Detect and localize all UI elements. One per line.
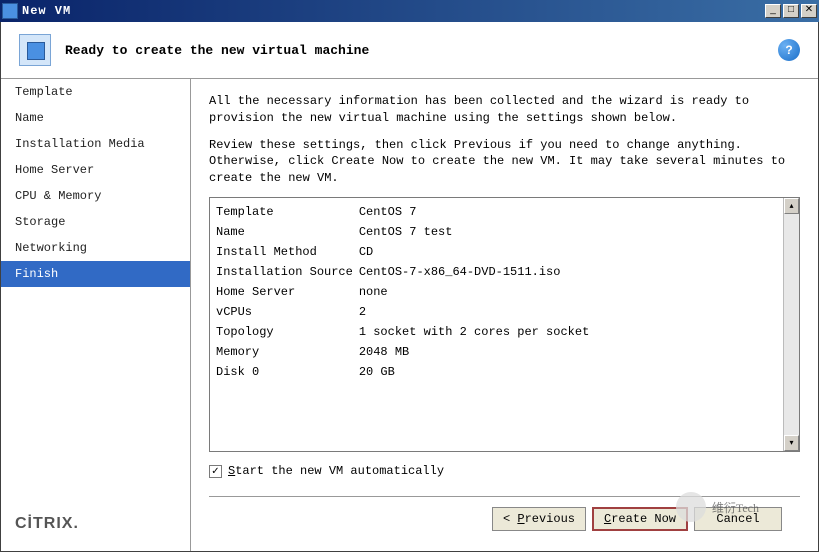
wizard-icon (19, 34, 51, 66)
help-icon[interactable]: ? (778, 39, 800, 61)
table-row: vCPUs2 (216, 302, 595, 322)
table-row: Install MethodCD (216, 242, 595, 262)
scrollbar[interactable]: ▴ ▾ (783, 198, 799, 451)
watermark-icon (676, 492, 706, 522)
summary-label: Name (216, 222, 359, 242)
table-row: Installation SourceCentOS-7-x86_64-DVD-1… (216, 262, 595, 282)
summary-label: Install Method (216, 242, 359, 262)
create-now-button[interactable]: Create NowCreate Now (592, 507, 688, 531)
summary-label: Installation Source (216, 262, 359, 282)
sidebar-item-template[interactable]: Template (1, 79, 190, 105)
summary-value: CentOS 7 (359, 202, 595, 222)
sidebar-item-installation-media[interactable]: Installation Media (1, 131, 190, 157)
main: TemplateNameInstallation MediaHome Serve… (1, 79, 818, 551)
maximize-button[interactable]: □ (783, 4, 799, 18)
description-2: Review these settings, then click Previo… (209, 137, 800, 187)
summary-label: Template (216, 202, 359, 222)
table-row: Memory2048 MB (216, 342, 595, 362)
table-row: Topology1 socket with 2 cores per socket (216, 322, 595, 342)
wizard-header: Ready to create the new virtual machine … (1, 22, 818, 79)
watermark: 维衍Tech (676, 492, 759, 522)
scroll-up-icon[interactable]: ▴ (784, 198, 799, 214)
table-row: Home Servernone (216, 282, 595, 302)
sidebar-item-home-server[interactable]: Home Server (1, 157, 190, 183)
content-pane: All the necessary information has been c… (191, 79, 818, 551)
autostart-checkbox[interactable]: ✓ (209, 465, 222, 478)
window-body: Ready to create the new virtual machine … (0, 22, 819, 552)
summary-value: CentOS 7 test (359, 222, 595, 242)
description-1: All the necessary information has been c… (209, 93, 800, 127)
sidebar-item-name[interactable]: Name (1, 105, 190, 131)
summary-label: vCPUs (216, 302, 359, 322)
table-row: NameCentOS 7 test (216, 222, 595, 242)
previous-button[interactable]: < PPreviousrevious (492, 507, 586, 531)
summary-box: TemplateCentOS 7NameCentOS 7 testInstall… (209, 197, 800, 452)
scroll-down-icon[interactable]: ▾ (784, 435, 799, 451)
summary-table: TemplateCentOS 7NameCentOS 7 testInstall… (216, 202, 595, 382)
summary-label: Topology (216, 322, 359, 342)
table-row: Disk 020 GB (216, 362, 595, 382)
sidebar-item-cpu-memory[interactable]: CPU & Memory (1, 183, 190, 209)
window-controls: _ □ ✕ (765, 4, 817, 18)
summary-value: 1 socket with 2 cores per socket (359, 322, 595, 342)
sidebar: TemplateNameInstallation MediaHome Serve… (1, 79, 191, 551)
titlebar: New VM _ □ ✕ (0, 0, 819, 22)
sidebar-items: TemplateNameInstallation MediaHome Serve… (1, 79, 190, 503)
close-button[interactable]: ✕ (801, 4, 817, 18)
summary-value: 20 GB (359, 362, 595, 382)
table-row: TemplateCentOS 7 (216, 202, 595, 222)
brand-logo: CİTRIX. (1, 503, 190, 551)
app-icon (2, 3, 18, 19)
summary-value: none (359, 282, 595, 302)
summary-value: CentOS-7-x86_64-DVD-1511.iso (359, 262, 595, 282)
summary-value: 2048 MB (359, 342, 595, 362)
autostart-row: ✓ Start the new VM automatically (209, 464, 800, 478)
window-title: New VM (22, 4, 765, 18)
sidebar-item-finish[interactable]: Finish (1, 261, 190, 287)
summary-label: Disk 0 (216, 362, 359, 382)
minimize-button[interactable]: _ (765, 4, 781, 18)
sidebar-item-storage[interactable]: Storage (1, 209, 190, 235)
summary-label: Home Server (216, 282, 359, 302)
sidebar-item-networking[interactable]: Networking (1, 235, 190, 261)
watermark-text: 维衍Tech (712, 499, 759, 516)
page-title: Ready to create the new virtual machine (65, 43, 764, 58)
summary-value: 2 (359, 302, 595, 322)
autostart-label: Start the new VM automatically (228, 464, 444, 478)
summary-label: Memory (216, 342, 359, 362)
summary-value: CD (359, 242, 595, 262)
